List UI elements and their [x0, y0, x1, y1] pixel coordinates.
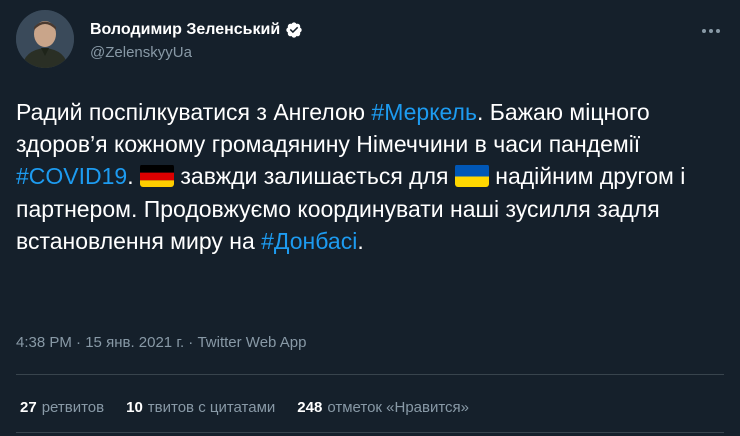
likes-label: отметок «Нравится» [327, 399, 470, 416]
author-display-name[interactable]: Володимир Зеленський [90, 20, 280, 40]
quotes-stat[interactable]: 10 твитов с цитатами [126, 398, 275, 418]
tweet-text-part: Радий поспілкуватися з Ангелою [16, 99, 372, 125]
tweet-meta: 4:38 PM · 15 янв. 2021 г. · Twitter Web … [16, 333, 306, 353]
divider [16, 432, 724, 433]
meta-separator: · [71, 334, 86, 351]
tweet-text-part: завжди залишається для [174, 163, 455, 190]
avatar-photo [16, 10, 74, 68]
tweet-date[interactable]: 15 янв. 2021 г. [85, 334, 184, 351]
meta-separator: · [184, 334, 198, 351]
likes-count: 248 [297, 399, 323, 416]
tweet-text-part: . [127, 163, 140, 190]
verified-badge-icon [286, 22, 302, 38]
author-handle[interactable]: @ZelenskyyUa [90, 44, 303, 62]
author-name-row[interactable]: Володимир Зеленський [90, 20, 303, 40]
retweets-label: ретвитов [41, 399, 105, 416]
tweet-time[interactable]: 4:38 PM [16, 334, 72, 351]
germany-flag-icon [140, 164, 174, 188]
quotes-label: твитов с цитатами [147, 399, 276, 416]
tweet-text-part: . [357, 227, 364, 254]
tweet-stats: 27 ретвитов 10 твитов с цитатами 248 отмето… [20, 398, 469, 418]
hashtag-merkel[interactable]: #Меркель [371, 99, 477, 125]
avatar[interactable] [16, 10, 74, 68]
tweet-text: Радий поспілкуватися з Ангелою #Меркель.… [16, 96, 724, 257]
ukraine-flag-icon [454, 164, 489, 188]
likes-stat[interactable]: 248 отметок «Нравится» [297, 398, 469, 418]
hashtag-covid19[interactable]: #COVID19 [16, 163, 127, 189]
more-options-icon[interactable] [698, 20, 724, 42]
divider [16, 374, 724, 375]
retweets-count: 27 [20, 399, 37, 416]
tweet-source[interactable]: Twitter Web App [197, 334, 306, 351]
author-block: Володимир Зеленський @ZelenskyyUa [90, 20, 303, 62]
retweets-stat[interactable]: 27 ретвитов [20, 398, 104, 418]
hashtag-donbas[interactable]: #Донбасі [261, 228, 357, 254]
quotes-count: 10 [126, 399, 143, 416]
